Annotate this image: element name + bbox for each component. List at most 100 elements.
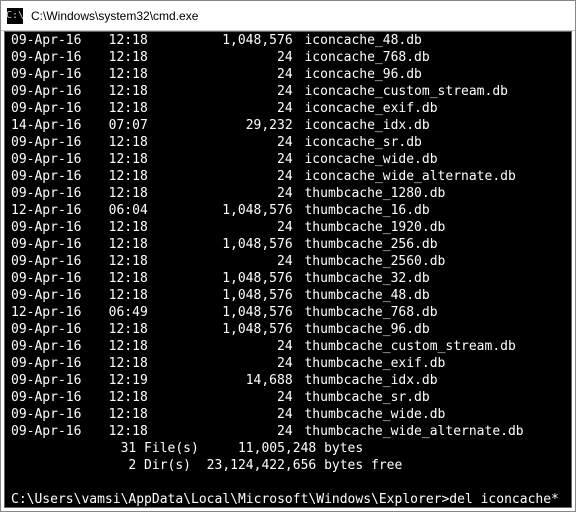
file-time: 12:18 [109, 355, 159, 372]
file-size: 24 [159, 219, 293, 236]
dir-entry: 09-Apr-16 12:1824 iconcache_wide.db [11, 151, 565, 168]
file-name: iconcache_idx.db [304, 118, 429, 133]
dir-entry: 09-Apr-16 12:181,048,576 thumbcache_32.d… [11, 270, 565, 287]
dir-entry: 12-Apr-16 06:491,048,576 thumbcache_768.… [11, 304, 565, 321]
dir-entry: 12-Apr-16 06:041,048,576 thumbcache_16.d… [11, 202, 565, 219]
file-date: 09-Apr-16 [11, 168, 93, 185]
summary-files: 31 File(s) 11,005,248 bytes [11, 440, 565, 457]
file-time: 12:18 [109, 270, 159, 287]
file-date: 09-Apr-16 [11, 32, 93, 49]
file-time: 12:18 [109, 49, 159, 66]
file-name: thumbcache_2560.db [304, 254, 445, 269]
file-size: 24 [159, 355, 293, 372]
dir-entry: 09-Apr-16 12:181,048,576 thumbcache_256.… [11, 236, 565, 253]
file-date: 09-Apr-16 [11, 270, 93, 287]
cmd-icon: C:\ [7, 8, 23, 24]
file-name: thumbcache_16.db [304, 203, 429, 218]
dir-entry: 09-Apr-16 12:1824 thumbcache_wide_altern… [11, 423, 565, 440]
prompt-path: C:\Users\vamsi\AppData\Local\Microsoft\W… [11, 492, 449, 507]
file-name: thumbcache_wide.db [304, 407, 445, 422]
file-time: 12:18 [109, 134, 159, 151]
file-size: 24 [159, 389, 293, 406]
dir-entry: 09-Apr-16 12:1824 thumbcache_1920.db [11, 219, 565, 236]
window-title: C:\Windows\system32\cmd.exe [31, 9, 198, 23]
file-date: 09-Apr-16 [11, 185, 93, 202]
file-size: 24 [159, 185, 293, 202]
dir-entry: 09-Apr-16 12:1914,688 thumbcache_idx.db [11, 372, 565, 389]
file-time: 12:18 [109, 389, 159, 406]
file-date: 09-Apr-16 [11, 423, 93, 440]
file-size: 24 [159, 49, 293, 66]
file-time: 12:18 [109, 287, 159, 304]
file-size: 1,048,576 [159, 270, 293, 287]
file-size: 24 [159, 338, 293, 355]
file-name: iconcache_96.db [304, 67, 421, 82]
file-date: 09-Apr-16 [11, 406, 93, 423]
dir-entry: 09-Apr-16 12:181,048,576 thumbcache_48.d… [11, 287, 565, 304]
file-date: 12-Apr-16 [11, 304, 93, 321]
file-date: 09-Apr-16 [11, 389, 93, 406]
file-time: 06:49 [109, 304, 159, 321]
file-size: 24 [159, 253, 293, 270]
terminal-output[interactable]: 09-Apr-16 12:181,048,576 iconcache_48.db… [4, 31, 572, 508]
file-date: 09-Apr-16 [11, 236, 93, 253]
file-time: 12:18 [109, 66, 159, 83]
file-name: thumbcache_wide_alternate.db [304, 424, 523, 439]
dir-entry: 09-Apr-16 12:1824 thumbcache_exif.db [11, 355, 565, 372]
file-date: 09-Apr-16 [11, 100, 93, 117]
dir-entry: 09-Apr-16 12:1824 iconcache_sr.db [11, 134, 565, 151]
file-date: 09-Apr-16 [11, 49, 93, 66]
prompt-command: del iconcache* [449, 492, 559, 507]
file-time: 06:04 [109, 202, 159, 219]
file-name: iconcache_wide.db [304, 152, 437, 167]
file-date: 09-Apr-16 [11, 372, 93, 389]
dir-entry: 09-Apr-16 12:1824 thumbcache_wide.db [11, 406, 565, 423]
dir-entry: 09-Apr-16 12:1824 iconcache_custom_strea… [11, 83, 565, 100]
file-size: 1,048,576 [159, 304, 293, 321]
file-date: 14-Apr-16 [11, 117, 93, 134]
file-name: thumbcache_256.db [304, 237, 437, 252]
file-name: thumbcache_768.db [304, 305, 437, 320]
file-size: 24 [159, 423, 293, 440]
file-name: thumbcache_1280.db [304, 186, 445, 201]
file-name: thumbcache_exif.db [304, 356, 445, 371]
file-date: 09-Apr-16 [11, 338, 93, 355]
file-date: 09-Apr-16 [11, 83, 93, 100]
cmd-icon-glyph: C:\ [6, 11, 24, 21]
file-name: thumbcache_32.db [304, 271, 429, 286]
file-time: 12:18 [109, 253, 159, 270]
file-name: iconcache_exif.db [304, 101, 437, 116]
file-size: 24 [159, 151, 293, 168]
dir-entry: 09-Apr-16 12:1824 iconcache_exif.db [11, 100, 565, 117]
file-name: thumbcache_48.db [304, 288, 429, 303]
dir-entry: 09-Apr-16 12:1824 iconcache_wide_alterna… [11, 168, 565, 185]
file-name: iconcache_48.db [304, 33, 421, 48]
file-size: 14,688 [159, 372, 293, 389]
file-size: 24 [159, 134, 293, 151]
file-size: 24 [159, 100, 293, 117]
file-name: iconcache_sr.db [304, 135, 421, 150]
dir-entry: 09-Apr-16 12:181,048,576 thumbcache_96.d… [11, 321, 565, 338]
file-date: 09-Apr-16 [11, 219, 93, 236]
dir-entry: 09-Apr-16 12:181,048,576 iconcache_48.db [11, 32, 565, 49]
cmd-window: C:\ C:\Windows\system32\cmd.exe 09-Apr-1… [0, 0, 576, 512]
file-size: 1,048,576 [159, 287, 293, 304]
file-size: 1,048,576 [159, 236, 293, 253]
file-name: thumbcache_96.db [304, 322, 429, 337]
file-date: 09-Apr-16 [11, 321, 93, 338]
dir-entry: 09-Apr-16 12:1824 iconcache_96.db [11, 66, 565, 83]
file-name: iconcache_wide_alternate.db [304, 169, 515, 184]
file-time: 12:18 [109, 321, 159, 338]
file-time: 12:18 [109, 168, 159, 185]
file-time: 12:18 [109, 423, 159, 440]
file-size: 24 [159, 168, 293, 185]
file-time: 12:18 [109, 32, 159, 49]
dir-entry: 14-Apr-16 07:0729,232 iconcache_idx.db [11, 117, 565, 134]
file-size: 1,048,576 [159, 32, 293, 49]
file-date: 09-Apr-16 [11, 66, 93, 83]
dir-entry: 09-Apr-16 12:1824 thumbcache_custom_stre… [11, 338, 565, 355]
file-size: 1,048,576 [159, 202, 293, 219]
file-name: iconcache_custom_stream.db [304, 84, 508, 99]
file-date: 09-Apr-16 [11, 134, 93, 151]
titlebar[interactable]: C:\ C:\Windows\system32\cmd.exe [1, 1, 575, 31]
